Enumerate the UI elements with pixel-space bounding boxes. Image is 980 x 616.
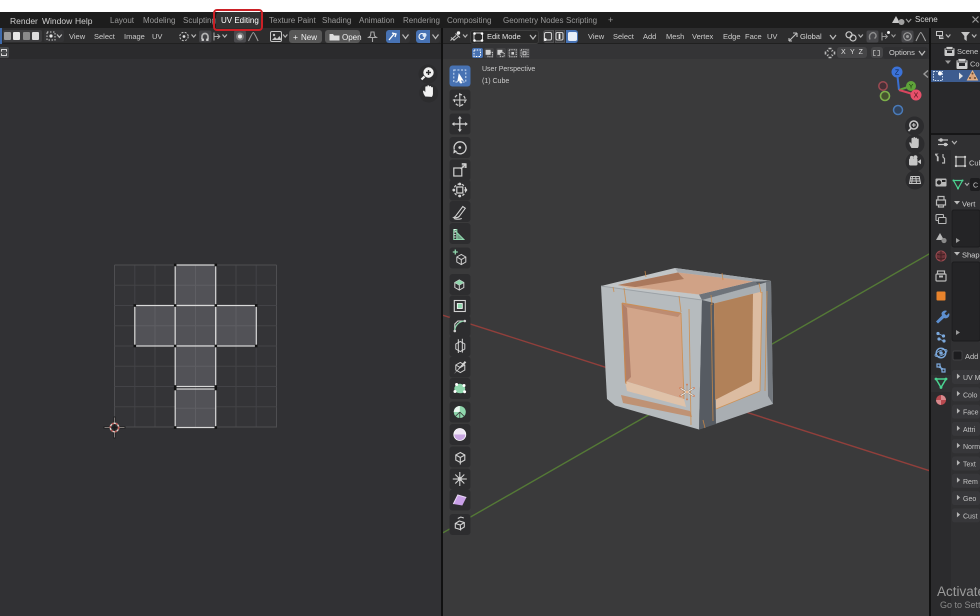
svg-text:Cust: Cust	[963, 513, 977, 520]
svg-text:UV M: UV M	[963, 375, 980, 382]
svg-text:Shap: Shap	[962, 251, 980, 260]
svg-text:Scene C: Scene C	[957, 47, 980, 56]
svg-text:Norm: Norm	[963, 444, 980, 451]
svg-text:Colo: Colo	[963, 392, 978, 399]
svg-text:Face: Face	[963, 410, 979, 417]
svg-text:C: C	[973, 183, 978, 190]
svg-text:Vert: Vert	[962, 200, 976, 209]
svg-text:Add: Add	[965, 352, 978, 361]
svg-text:Text: Text	[963, 462, 976, 469]
svg-text:Y: Y	[909, 84, 914, 91]
svg-text:X: X	[914, 93, 919, 100]
svg-text:Geo: Geo	[963, 496, 976, 503]
svg-text:Rem: Rem	[963, 479, 978, 486]
svg-text:Cub: Cub	[969, 159, 980, 168]
svg-text:Col: Col	[970, 60, 980, 69]
svg-text:Attri: Attri	[963, 427, 976, 434]
svg-text:Z: Z	[895, 70, 900, 77]
